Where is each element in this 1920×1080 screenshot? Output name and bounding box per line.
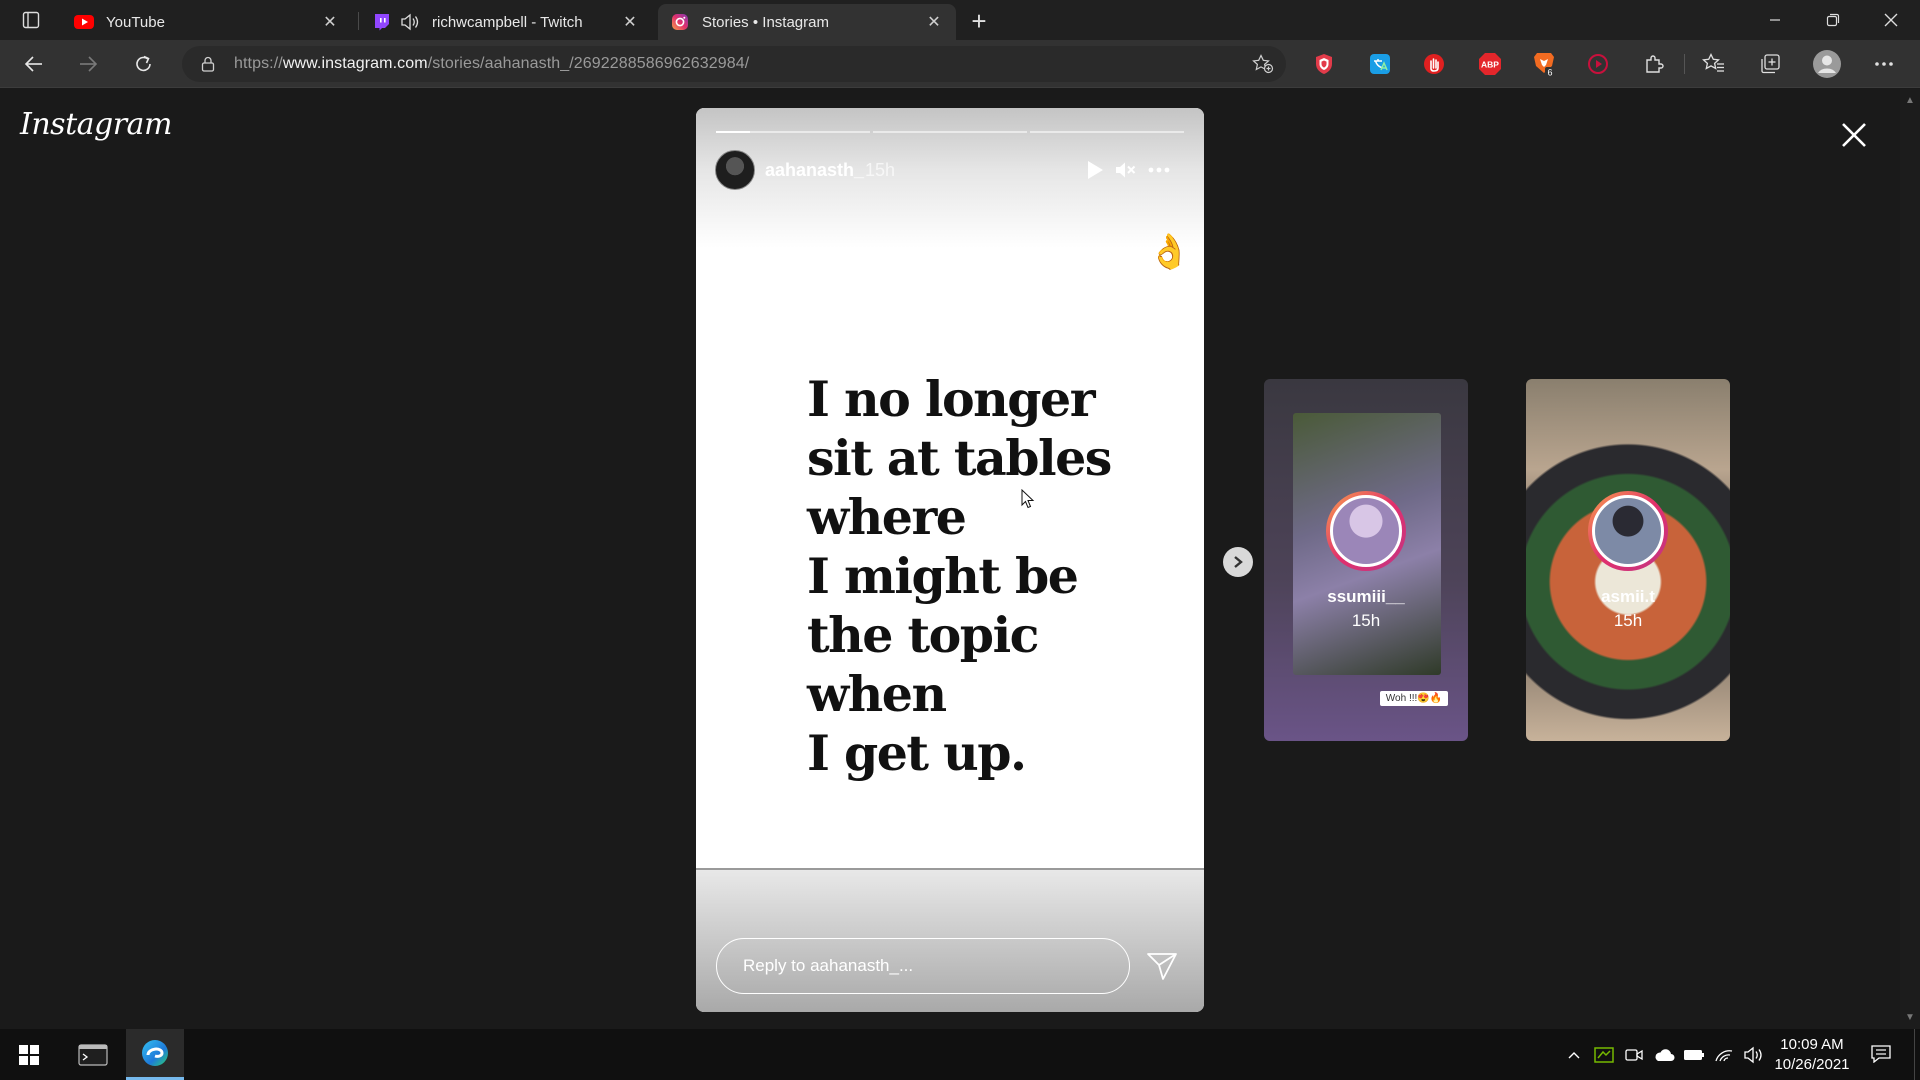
system-clock[interactable]: 10:09 AM 10/26/2021 xyxy=(1770,1035,1854,1075)
tab-instagram[interactable]: Stories • Instagram ✕ xyxy=(658,4,956,40)
twitch-icon xyxy=(372,12,392,32)
collections-icon[interactable] xyxy=(1756,50,1784,78)
instagram-story-viewer: Instagram aahanasth_ 15h 👌 I no longer s… xyxy=(0,89,1900,1029)
preview-avatar xyxy=(1326,491,1406,571)
clock-date: 10/26/2021 xyxy=(1774,1056,1850,1073)
scroll-down-icon[interactable]: ▼ xyxy=(1905,1012,1915,1023)
tab-title: richwcampbell - Twitch xyxy=(432,13,583,31)
scroll-up-icon[interactable]: ▲ xyxy=(1905,95,1915,106)
tab-divider xyxy=(358,12,359,30)
meet-now-icon[interactable] xyxy=(1622,1043,1646,1067)
back-arrow-icon[interactable] xyxy=(16,48,52,80)
speaker-icon[interactable] xyxy=(400,12,420,32)
more-icon[interactable] xyxy=(1870,50,1898,78)
youtube-icon xyxy=(74,12,94,32)
tab-twitch[interactable]: richwcampbell - Twitch ✕ xyxy=(360,4,652,40)
new-tab-button[interactable]: + xyxy=(964,6,994,36)
page-scrollbar[interactable]: ▲ ▼ xyxy=(1900,89,1920,1029)
favorites-icon[interactable] xyxy=(1700,50,1728,78)
nvidia-icon[interactable] xyxy=(1592,1043,1616,1067)
story-preview[interactable]: asmii.t 15h xyxy=(1526,379,1730,741)
edge-icon[interactable] xyxy=(126,1029,184,1080)
add-favorite-icon[interactable] xyxy=(1250,52,1276,76)
translate-icon[interactable] xyxy=(1366,50,1394,78)
profile-icon[interactable] xyxy=(1812,49,1842,79)
clock-time: 10:09 AM xyxy=(1780,1036,1844,1053)
abp-label: ABP xyxy=(1481,60,1499,70)
puzzle-icon[interactable] xyxy=(1640,50,1668,78)
preview-timestamp: 15h xyxy=(1351,611,1381,630)
extension-badge: 6 xyxy=(1547,68,1552,78)
preview-username: asmii.t xyxy=(1601,587,1655,606)
story-progress-bar xyxy=(716,131,870,133)
battery-icon[interactable] xyxy=(1682,1043,1706,1067)
instagram-logo[interactable]: Instagram xyxy=(20,107,172,142)
tab-bar: YouTube ✕ richwcampbell - Twitch ✕ Stori… xyxy=(0,0,1920,40)
preview-avatar xyxy=(1588,491,1668,571)
tab-youtube[interactable]: YouTube ✕ xyxy=(62,4,352,40)
toolbar-divider xyxy=(1684,54,1685,74)
story-timestamp: 15h xyxy=(865,160,896,180)
story-progress-bar xyxy=(1030,131,1184,133)
close-window-icon[interactable] xyxy=(1862,0,1920,40)
show-desktop-button[interactable] xyxy=(1914,1029,1920,1080)
story-avatar[interactable] xyxy=(715,150,755,190)
onedrive-icon[interactable] xyxy=(1652,1043,1676,1067)
brave-icon[interactable]: 6 xyxy=(1530,50,1558,78)
next-story-button[interactable] xyxy=(1223,547,1253,577)
close-tab-icon[interactable]: ✕ xyxy=(620,12,640,32)
restore-icon[interactable] xyxy=(1804,0,1862,40)
wifi-icon[interactable] xyxy=(1712,1043,1736,1067)
story-quote-text: I no longer sit at tables where I might … xyxy=(807,370,1112,782)
tab-title: Stories • Instagram xyxy=(702,13,829,31)
preview-timestamp: 15h xyxy=(1613,611,1643,630)
url-text: https://www.instagram.com/stories/aahana… xyxy=(234,55,750,72)
instagram-icon xyxy=(670,12,690,32)
abp-icon[interactable]: ABP xyxy=(1476,50,1504,78)
hand-stop-icon[interactable] xyxy=(1420,50,1448,78)
address-bar[interactable]: https://www.instagram.com/stories/aahana… xyxy=(182,46,1286,82)
minimize-icon[interactable] xyxy=(1746,0,1804,40)
forward-arrow-icon[interactable] xyxy=(70,48,106,80)
ok-hand-emoji: 👌 xyxy=(1148,233,1191,271)
windows-taskbar: 10:09 AM 10/26/2021 xyxy=(0,1029,1920,1080)
tab-actions-icon[interactable] xyxy=(14,8,48,32)
story-progress-bar xyxy=(873,131,1027,133)
reply-input[interactable]: Reply to aahanasth_... xyxy=(716,938,1130,994)
story-card[interactable]: aahanasth_ 15h 👌 I no longer sit at tabl… xyxy=(696,108,1204,1012)
media-icon[interactable] xyxy=(1584,50,1612,78)
show-hidden-icons-icon[interactable] xyxy=(1562,1043,1586,1067)
close-tab-icon[interactable]: ✕ xyxy=(320,12,340,32)
story-options-icon[interactable] xyxy=(1144,156,1174,184)
preview-username: ssumiii__ xyxy=(1327,587,1405,606)
lock-icon[interactable] xyxy=(190,56,226,72)
navigation-bar: https://www.instagram.com/stories/aahana… xyxy=(0,40,1920,88)
close-tab-icon[interactable]: ✕ xyxy=(924,12,944,32)
send-icon[interactable] xyxy=(1140,946,1184,986)
refresh-icon[interactable] xyxy=(126,48,162,80)
notification-center-icon[interactable] xyxy=(1868,1041,1894,1067)
close-story-icon[interactable] xyxy=(1838,119,1870,151)
story-username[interactable]: aahanasth_ xyxy=(765,160,864,181)
mouse-cursor-icon xyxy=(1021,489,1035,509)
tab-title: YouTube xyxy=(106,13,165,31)
play-icon[interactable] xyxy=(1080,156,1110,184)
windows-start-icon[interactable] xyxy=(0,1029,58,1080)
preview-sticker: Woh !!!😍🔥 xyxy=(1380,691,1448,706)
shield-icon[interactable] xyxy=(1310,50,1338,78)
volume-icon[interactable] xyxy=(1742,1043,1766,1067)
terminal-icon[interactable] xyxy=(64,1029,122,1080)
story-preview[interactable]: Woh !!!😍🔥 ssumiii__ 15h xyxy=(1264,379,1468,741)
mute-icon[interactable] xyxy=(1110,156,1140,184)
